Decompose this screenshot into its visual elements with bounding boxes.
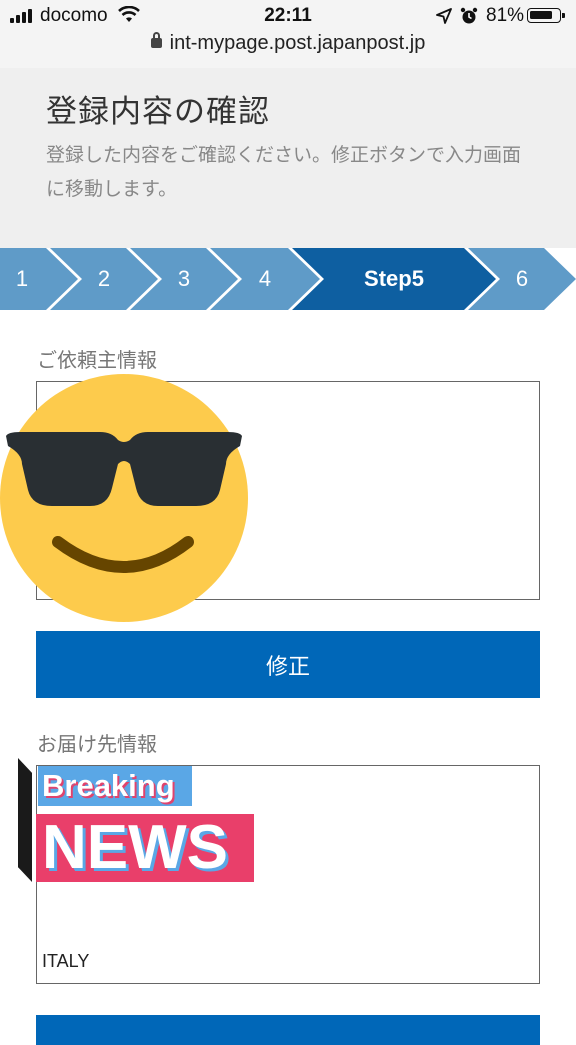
url-text: int-mypage.post.japanpost.jp bbox=[169, 32, 426, 54]
edit-sender-button[interactable]: 修正 bbox=[36, 631, 540, 698]
location-arrow-icon bbox=[436, 8, 452, 29]
news-text: NEWS bbox=[42, 813, 228, 882]
status-bar: docomo 22:11 81% bbox=[0, 0, 576, 32]
step-1-label: 1 bbox=[15, 266, 29, 291]
battery-percent: 81% bbox=[486, 5, 525, 26]
step-4-label: 4 bbox=[258, 266, 272, 291]
battery-icon bbox=[527, 8, 565, 23]
alarm-clock-icon bbox=[460, 7, 478, 30]
step-indicator: 1 2 3 4 Step5 6 bbox=[0, 248, 576, 310]
recipient-country: ITALY bbox=[42, 951, 90, 971]
page-description: 登録した内容をご確認ください。修正ボタンで入力画面に移動します。 bbox=[46, 144, 522, 200]
step-3-label: 3 bbox=[177, 266, 191, 291]
breaking-news-sticker: Breaking NEWS bbox=[18, 758, 258, 884]
edit-recipient-button[interactable] bbox=[36, 1015, 540, 1045]
sender-info-label: ご依頼主情報 bbox=[37, 348, 157, 372]
page-title: 登録内容の確認 bbox=[46, 94, 270, 130]
sunglasses-emoji-sticker bbox=[0, 374, 248, 622]
step-2-label: 2 bbox=[97, 266, 111, 291]
breaking-text: Breaking bbox=[42, 768, 175, 803]
battery-level-fill bbox=[530, 11, 552, 19]
step-5-label: Step5 bbox=[364, 266, 424, 291]
address-bar[interactable]: int-mypage.post.japanpost.jp bbox=[0, 31, 576, 68]
page-header: 登録内容の確認 登録した内容をご確認ください。修正ボタンで入力画面に移動します。 bbox=[0, 68, 576, 248]
recipient-info-label: お届け先情報 bbox=[37, 732, 157, 756]
step-6-label: 6 bbox=[515, 266, 529, 291]
lock-icon bbox=[150, 31, 162, 48]
